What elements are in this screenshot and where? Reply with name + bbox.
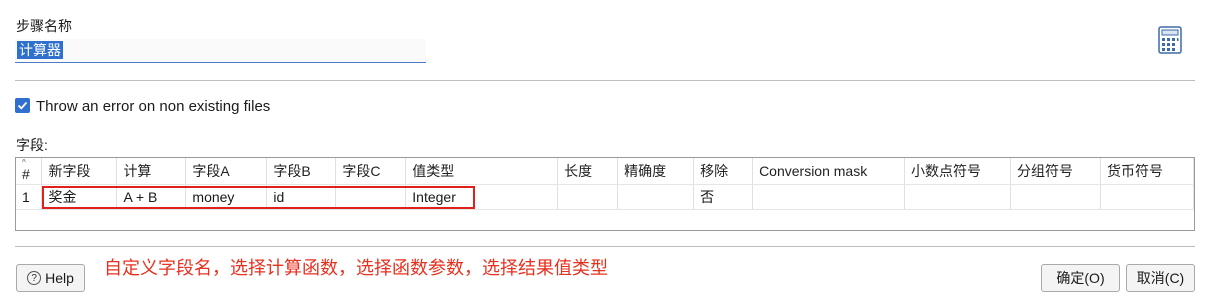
remove-cell[interactable]: 否 xyxy=(693,184,754,210)
cancel-button[interactable]: 取消(C) xyxy=(1126,264,1195,292)
ok-button[interactable]: 确定(O) xyxy=(1041,264,1120,292)
step-name-value: 计算器 xyxy=(17,41,63,59)
column-header[interactable]: 货币符号 xyxy=(1100,158,1194,185)
row-number-cell: 1 xyxy=(16,184,43,210)
column-header[interactable]: 移除 xyxy=(693,158,754,185)
decimal-symbol-cell[interactable] xyxy=(904,184,1011,210)
precision-cell[interactable] xyxy=(617,184,695,210)
annotation-text: 自定义字段名，选择计算函数，选择函数参数，选择结果值类型 xyxy=(104,258,608,278)
column-header[interactable]: 长度 xyxy=(557,158,619,185)
grouping-symbol-cell[interactable] xyxy=(1010,184,1101,210)
question-icon: ? xyxy=(27,271,42,285)
calculator-icon xyxy=(1158,26,1182,54)
length-cell[interactable] xyxy=(557,184,619,210)
throw-error-label: Throw an error on non existing files xyxy=(36,98,271,115)
column-header[interactable]: Conversion mask xyxy=(752,158,906,185)
check-icon xyxy=(17,101,28,110)
throw-error-checkbox[interactable] xyxy=(15,98,30,113)
column-header[interactable]: 字段B xyxy=(266,158,337,185)
step-name-input[interactable]: 计算器 xyxy=(15,39,426,63)
divider-top xyxy=(15,80,1195,81)
column-header[interactable]: ^ # xyxy=(16,158,43,185)
column-header[interactable]: 计算 xyxy=(116,158,187,185)
conversion-mask-cell[interactable] xyxy=(752,184,906,210)
annotation-highlight-box xyxy=(42,186,475,209)
column-header[interactable]: 字段A xyxy=(185,158,268,185)
column-header[interactable]: 新字段 xyxy=(41,158,118,185)
column-header[interactable]: 字段C xyxy=(335,158,407,185)
column-header[interactable]: 小数点符号 xyxy=(904,158,1011,185)
help-button[interactable]: ? Help xyxy=(16,264,85,292)
step-name-label: 步骤名称 xyxy=(16,18,72,34)
fields-label: 字段: xyxy=(16,137,48,153)
column-header[interactable]: 值类型 xyxy=(405,158,559,185)
currency-symbol-cell[interactable] xyxy=(1100,184,1194,210)
divider-bottom xyxy=(15,246,1195,247)
help-button-label: Help xyxy=(45,270,74,286)
table-header-row: ^ # 新字段 计算 字段A 字段B 字段C 值类型 长度 精确度 移除 Conv… xyxy=(16,158,1194,185)
column-header[interactable]: 分组符号 xyxy=(1010,158,1101,185)
column-header[interactable]: 精确度 xyxy=(617,158,695,185)
